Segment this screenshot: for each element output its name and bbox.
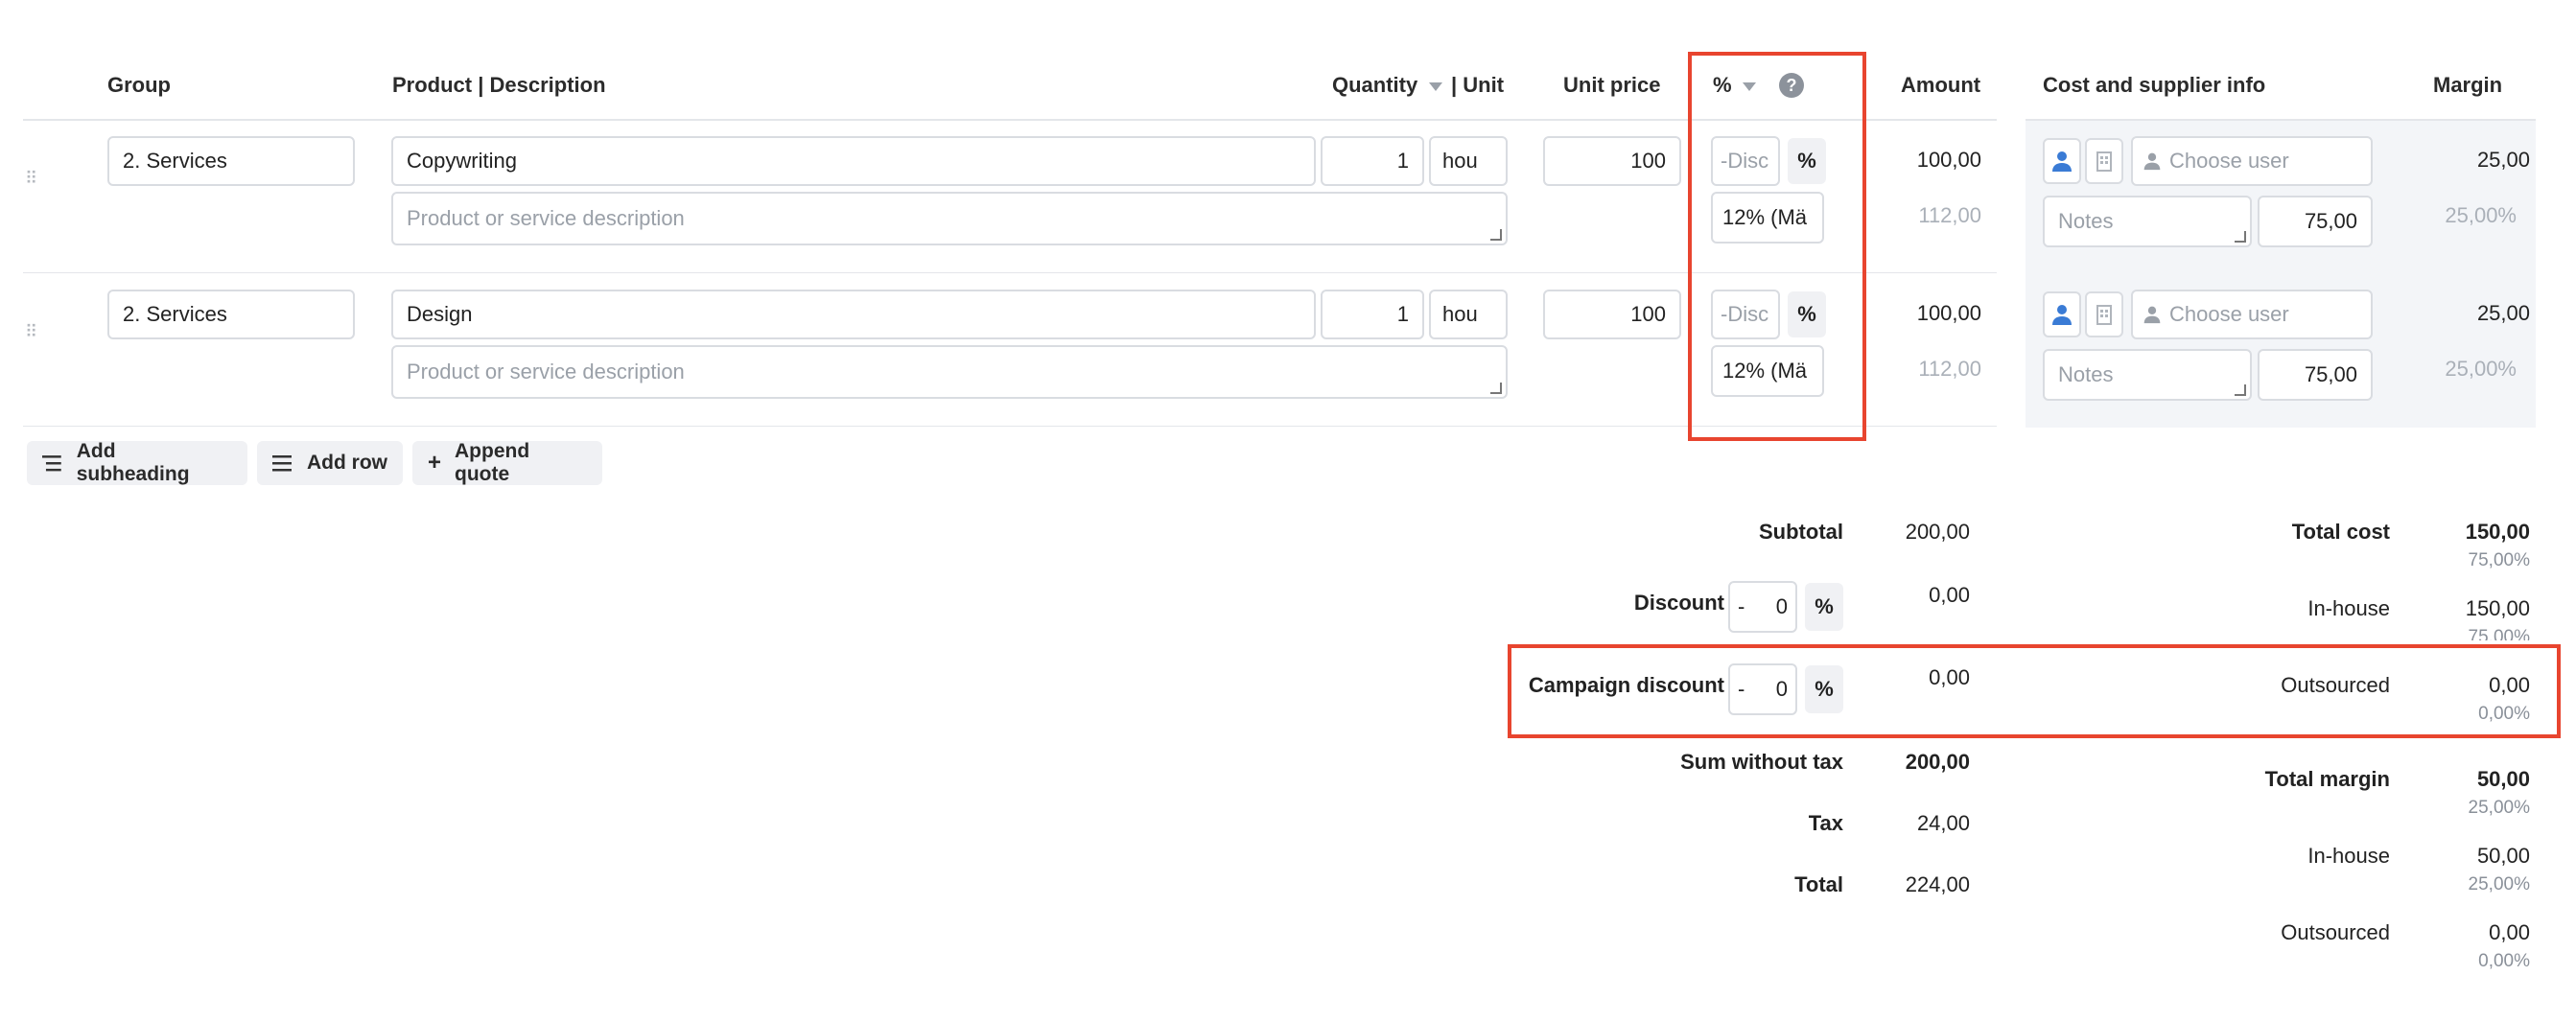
group-input[interactable]: 2. Services bbox=[107, 290, 355, 339]
subtotal-value: 200,00 bbox=[1905, 520, 1970, 544]
discount-amount: 0,00 bbox=[1929, 583, 1970, 607]
drag-handle-icon[interactable]: ⠿ bbox=[25, 169, 37, 189]
total-cost-pct: 75,00% bbox=[2468, 550, 2530, 570]
description-input[interactable]: Product or service description bbox=[391, 345, 1508, 399]
outsourced-cost-value: 0,00 bbox=[2489, 673, 2530, 697]
sum-without-tax-value: 200,00 bbox=[1905, 750, 1970, 774]
resize-handle-icon[interactable] bbox=[1490, 383, 1502, 394]
subtotal-label: Subtotal bbox=[1759, 520, 1843, 544]
total-margin-pct: 25,00% bbox=[2468, 798, 2530, 818]
inhouse-cost-label: In-house bbox=[2307, 596, 2390, 620]
unit-price-input[interactable]: 100 bbox=[1543, 136, 1681, 186]
resize-handle-icon[interactable] bbox=[2235, 384, 2246, 396]
subheading-icon bbox=[42, 455, 61, 472]
campaign-discount-amount: 0,00 bbox=[1929, 665, 1970, 689]
user-icon bbox=[2143, 152, 2161, 171]
unit-input[interactable]: hou bbox=[1429, 290, 1508, 339]
resize-handle-icon[interactable] bbox=[1490, 229, 1502, 241]
inhouse-margin-pct: 25,00% bbox=[2468, 874, 2530, 894]
outsourced-cost-label: Outsourced bbox=[2281, 673, 2390, 697]
col-header-unit-price: Unit price bbox=[1563, 73, 1661, 97]
sum-without-tax-label: Sum without tax bbox=[1680, 750, 1843, 774]
inhouse-cost-value: 150,00 bbox=[2465, 596, 2530, 620]
quantity-input[interactable]: 1 bbox=[1321, 290, 1424, 339]
notes-input[interactable]: Notes bbox=[2043, 349, 2252, 401]
in-house-user-icon[interactable] bbox=[2043, 291, 2081, 337]
total-margin-value: 50,00 bbox=[2476, 767, 2530, 791]
unit-input[interactable]: hou bbox=[1429, 136, 1508, 186]
col-header-quantity[interactable]: Quantity bbox=[1332, 73, 1417, 98]
outsourced-cost-pct: 0,00% bbox=[2478, 704, 2530, 724]
inhouse-margin-value: 50,00 bbox=[2476, 844, 2530, 868]
plus-icon: + bbox=[428, 450, 442, 476]
supplier-building-icon[interactable] bbox=[2085, 138, 2123, 184]
col-header-group: Group bbox=[107, 73, 171, 97]
choose-user-select[interactable]: Choose user bbox=[2131, 136, 2373, 186]
group-input[interactable]: 2. Services bbox=[107, 136, 355, 186]
percent-column-highlight bbox=[1688, 52, 1866, 441]
total-value: 224,00 bbox=[1905, 872, 1970, 896]
inhouse-margin-label: In-house bbox=[2307, 844, 2390, 868]
quantity-input[interactable]: 1 bbox=[1321, 136, 1424, 186]
row-amount: 100,00 bbox=[1916, 148, 1981, 172]
in-house-user-icon[interactable] bbox=[2043, 138, 2081, 184]
row-margin: 25,00 bbox=[2476, 148, 2530, 172]
description-input[interactable]: Product or service description bbox=[391, 192, 1508, 245]
notes-input[interactable]: Notes bbox=[2043, 196, 2252, 247]
cost-input[interactable]: 75,00 bbox=[2258, 196, 2373, 247]
row-amount-with-tax: 112,00 bbox=[1918, 203, 1981, 227]
outsourced-margin-label: Outsourced bbox=[2281, 920, 2390, 944]
total-cost-value: 150,00 bbox=[2465, 520, 2530, 544]
drag-handle-icon[interactable]: ⠿ bbox=[25, 322, 37, 342]
discount-total-type-button[interactable]: % bbox=[1805, 583, 1843, 631]
total-margin-label: Total margin bbox=[2264, 767, 2390, 791]
user-icon bbox=[2143, 306, 2161, 324]
campaign-discount-type-button[interactable]: % bbox=[1805, 665, 1843, 713]
product-input[interactable]: Copywriting bbox=[391, 136, 1316, 186]
campaign-discount-label: Campaign discount bbox=[1528, 673, 1724, 697]
total-label: Total bbox=[1794, 872, 1843, 896]
col-header-margin: Margin bbox=[2433, 73, 2503, 97]
outsourced-margin-pct: 0,00% bbox=[2478, 951, 2530, 971]
resize-handle-icon[interactable] bbox=[2235, 231, 2246, 243]
quantity-sort-caret-icon[interactable] bbox=[1429, 82, 1442, 91]
unit-price-input[interactable]: 100 bbox=[1543, 290, 1681, 339]
choose-user-select[interactable]: Choose user bbox=[2131, 290, 2373, 339]
discount-total-input[interactable]: -0 bbox=[1728, 581, 1797, 633]
tax-label: Tax bbox=[1808, 811, 1843, 835]
row-margin-pct: 25,00% bbox=[2445, 203, 2517, 227]
tax-value: 24,00 bbox=[1916, 811, 1970, 835]
row-amount-with-tax: 112,00 bbox=[1918, 357, 1981, 381]
row-margin-pct: 25,00% bbox=[2445, 357, 2517, 381]
col-header-amount: Amount bbox=[1901, 73, 1981, 97]
cost-input[interactable]: 75,00 bbox=[2258, 349, 2373, 401]
outsourced-margin-value: 0,00 bbox=[2489, 920, 2530, 944]
col-header-unit: | Unit bbox=[1451, 73, 1505, 97]
product-input[interactable]: Design bbox=[391, 290, 1316, 339]
rows-icon bbox=[272, 455, 292, 472]
inhouse-cost-pct: 75,00% bbox=[2468, 627, 2530, 640]
discount-label: Discount bbox=[1633, 591, 1724, 615]
campaign-discount-input[interactable]: -0 bbox=[1728, 663, 1797, 715]
row-margin: 25,00 bbox=[2476, 301, 2530, 325]
total-cost-label: Total cost bbox=[2291, 520, 2390, 544]
add-subheading-button[interactable]: Add subheading bbox=[27, 440, 247, 485]
col-header-cost-supplier: Cost and supplier info bbox=[2043, 73, 2266, 97]
append-quote-button[interactable]: + Append quote bbox=[412, 440, 602, 485]
add-row-button[interactable]: Add row bbox=[257, 441, 403, 485]
row-amount: 100,00 bbox=[1916, 301, 1981, 325]
supplier-building-icon[interactable] bbox=[2085, 291, 2123, 337]
col-header-product: Product | Description bbox=[392, 73, 606, 97]
